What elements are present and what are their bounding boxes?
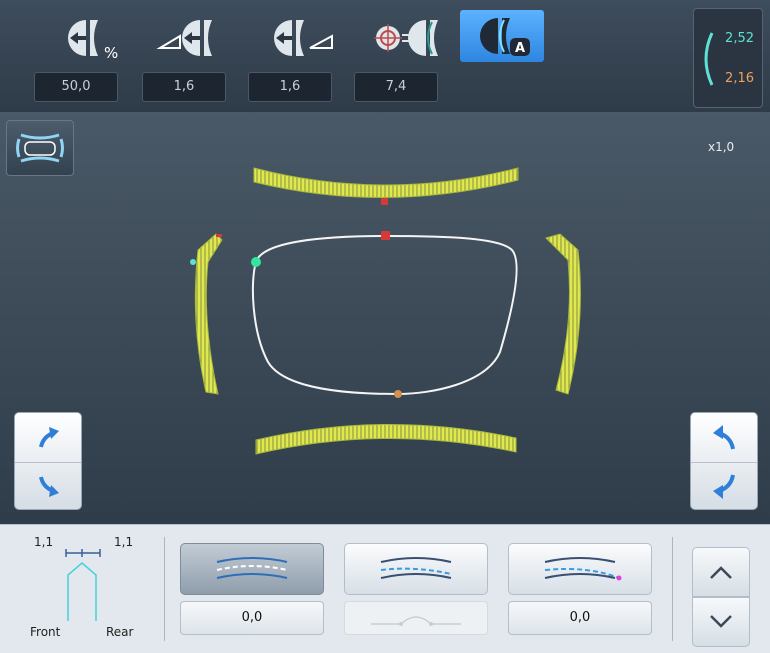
scroll-down-button[interactable] — [692, 597, 750, 647]
bevel-rear-icon — [274, 20, 333, 56]
bevel-front-icon — [156, 20, 212, 56]
bevel-rear-curve-icon — [544, 557, 622, 581]
marker-lens-bottom — [394, 390, 402, 398]
marker-lens-top — [381, 231, 390, 240]
bevel-position-value[interactable]: 50,0 — [34, 72, 118, 102]
tool-bevel-curve[interactable]: 7,4 — [354, 10, 458, 106]
bevel-mode-front-button[interactable] — [344, 543, 488, 595]
percent-symbol: % — [104, 44, 118, 62]
bevel-rear-value[interactable]: 0,0 — [508, 601, 652, 635]
bevel-center-value[interactable]: 0,0 — [180, 601, 324, 635]
tool-auto-bevel[interactable]: A — [460, 10, 564, 106]
bevel-center-icon — [216, 557, 288, 579]
auto-badge: A — [515, 41, 525, 56]
bevel-front-curve-icon — [380, 557, 452, 579]
bevel-curve-value[interactable]: 7,4 — [354, 72, 438, 102]
marker-left-cyan — [190, 259, 196, 265]
thickness-rear-value: 2,16 — [725, 71, 754, 86]
marker-lens-start — [251, 257, 261, 267]
tool-bevel-offset-front[interactable]: 1,6 — [142, 10, 246, 106]
marker-top-red — [381, 198, 388, 205]
profile-front-label: Front — [30, 625, 61, 639]
bevel-percent-icon: % — [68, 20, 118, 62]
bevel-simulation-view: x1,0 — [0, 112, 770, 524]
tool-bevel-position-percent[interactable]: % 50,0 — [34, 10, 138, 106]
bevel-mode-rear-button[interactable] — [508, 543, 652, 595]
bevel-band-bottom — [255, 423, 517, 455]
profile-rear-label: Rear — [106, 625, 134, 639]
bevel-toolbar: % 50,0 1,6 1,6 7,4 A 2,52 2,16 — [0, 0, 770, 112]
auto-bevel-icon: A — [460, 10, 544, 62]
bevel-band-top — [253, 167, 519, 199]
bevel-curve-target-icon — [374, 20, 438, 56]
thickness-front-value: 2,52 — [725, 31, 754, 46]
lens-edge-icon — [704, 32, 714, 86]
rotate-cw-button[interactable] — [15, 462, 81, 511]
bevel-mode-center-button[interactable] — [180, 543, 324, 595]
chevron-down-icon — [710, 615, 732, 628]
lens-drawing — [190, 167, 581, 455]
divider — [164, 537, 165, 641]
rotate-up-arrow-icon — [713, 425, 735, 450]
bevel-front-graph — [344, 601, 488, 635]
rotate-down-arrow-icon — [713, 474, 735, 499]
rotate-left-control — [14, 412, 82, 510]
bevel-settings-panel: 1,1 1,1 Front Rear 0,0 0,0 — [0, 524, 770, 653]
bevel-rear-value[interactable]: 1,6 — [248, 72, 332, 102]
bevel-band-right — [545, 233, 581, 395]
chevron-up-icon — [710, 566, 732, 579]
bevel-band-left — [194, 233, 223, 395]
thickness-indicator: 2,52 2,16 — [693, 8, 763, 108]
tool-bevel-offset-rear[interactable]: 1,6 — [248, 10, 352, 106]
rotate-down-arrow-icon — [39, 476, 59, 497]
rotate-up-arrow-icon — [39, 427, 59, 448]
bevel-profile-diagram: 1,1 1,1 Front Rear — [24, 525, 148, 653]
rotate-ccw-button[interactable] — [15, 413, 81, 461]
bevel-front-value[interactable]: 1,6 — [142, 72, 226, 102]
lens-shape — [251, 234, 518, 396]
rotate-right-control — [690, 412, 758, 510]
bevel-graph-icon — [371, 616, 461, 626]
profile-sketch-icon — [65, 549, 101, 621]
scroll-up-button[interactable] — [692, 547, 750, 597]
divider — [672, 537, 673, 641]
rotate-up-button[interactable] — [691, 413, 757, 461]
rotate-down-button[interactable] — [691, 462, 757, 511]
marker-left-red — [216, 234, 222, 237]
